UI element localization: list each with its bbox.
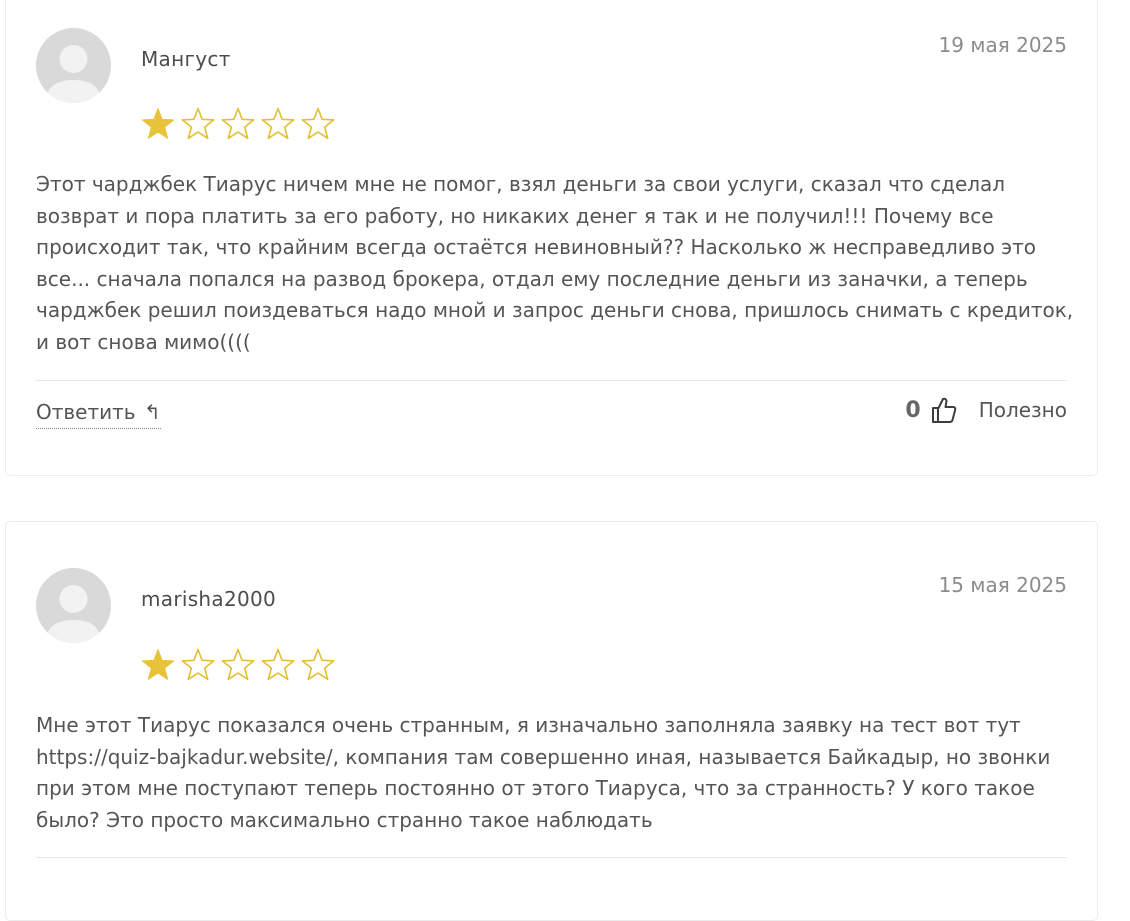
- divider: [36, 380, 1067, 381]
- star-rating: [140, 107, 336, 143]
- user-silhouette-icon: [46, 585, 101, 643]
- star-empty-icon: [301, 107, 335, 140]
- useful-vote: 0 Полезно: [905, 396, 1067, 424]
- useful-count: 0: [905, 397, 921, 423]
- star-empty-icon: [181, 107, 215, 140]
- star-empty-icon: [221, 107, 255, 140]
- review-author: marisha2000: [141, 587, 277, 611]
- reply-button[interactable]: Ответить ↰: [36, 400, 161, 429]
- star-filled-icon: [141, 108, 175, 139]
- useful-label: Полезно: [978, 398, 1067, 422]
- star-empty-icon: [261, 107, 295, 140]
- review-text: Этот чарджбек Тиарус ничем мне не помог,…: [36, 172, 1074, 354]
- star-empty-icon: [301, 648, 335, 681]
- review-card: marisha2000 15 мая 2025 Мне этот Тиарус …: [5, 521, 1098, 921]
- star-empty-icon: [221, 648, 255, 681]
- review-date: 19 мая 2025: [938, 33, 1067, 57]
- user-silhouette-icon: [46, 45, 101, 103]
- review-date: 15 мая 2025: [938, 573, 1067, 597]
- star-rating: [140, 648, 336, 684]
- reply-label: Ответить: [36, 400, 136, 424]
- star-empty-icon: [181, 648, 215, 681]
- review-card: Мангуст 19 мая 2025 Этот чарджбек Тиарус…: [5, 0, 1098, 476]
- review-text: Мне этот Тиарус показался очень странным…: [36, 713, 1051, 832]
- avatar: [36, 568, 111, 643]
- thumbs-up-icon[interactable]: [931, 396, 957, 424]
- avatar: [36, 28, 111, 103]
- reply-arrow-icon: ↰: [143, 400, 161, 424]
- review-author: Мангуст: [141, 47, 231, 71]
- star-empty-icon: [261, 648, 295, 681]
- divider: [36, 857, 1067, 858]
- star-filled-icon: [141, 649, 175, 680]
